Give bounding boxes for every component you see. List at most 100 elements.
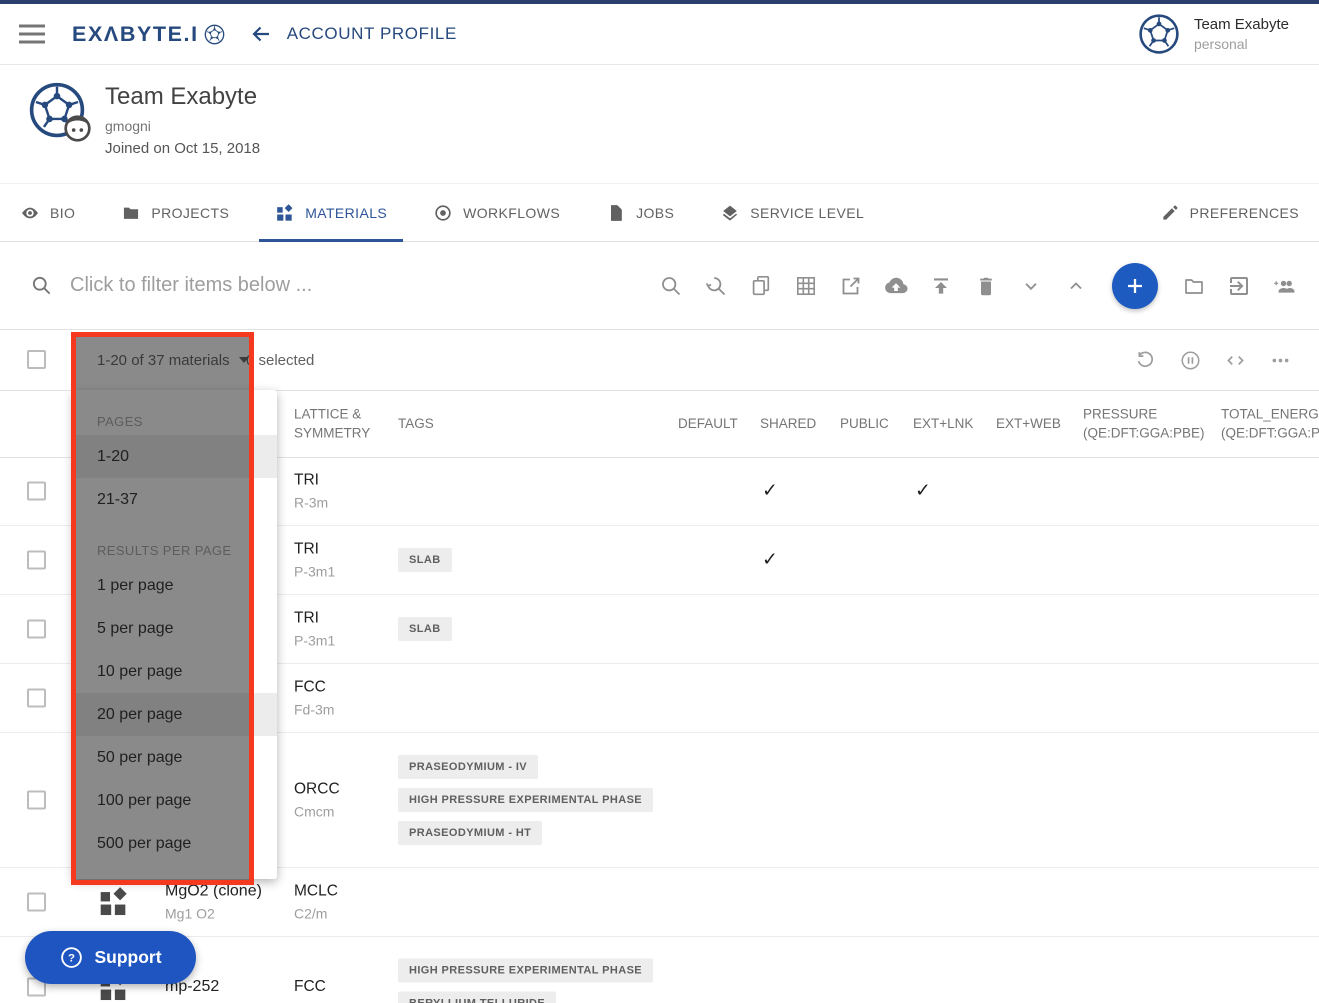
account-menu[interactable]: Team Exabyte personal xyxy=(1138,13,1301,55)
column-header-shared[interactable]: SHARED xyxy=(760,414,816,434)
lattice-cell: FCC xyxy=(294,978,326,996)
material-name-cell: MgO2 (clone)Mg1 O2 xyxy=(165,883,262,922)
profile-header: Team Exabyte gmogni Joined on Oct 15, 20… xyxy=(28,65,260,157)
column-header-extweb[interactable]: EXT+WEB xyxy=(996,414,1061,434)
column-header-default[interactable]: DEFAULT xyxy=(678,414,738,434)
delete-icon[interactable] xyxy=(974,274,998,298)
more-horizontal-icon[interactable] xyxy=(1269,349,1292,372)
lattice-cell: FCC Fd-3m xyxy=(294,679,334,718)
lattice-type: MCLC xyxy=(294,883,338,901)
chevron-up-icon[interactable] xyxy=(1064,274,1088,298)
pause-circle-icon[interactable] xyxy=(1179,349,1202,372)
material-name: MgO2 (clone) xyxy=(165,883,262,901)
searched-for-icon[interactable] xyxy=(704,274,728,298)
folder-icon xyxy=(121,203,141,223)
profile-avatar xyxy=(28,81,86,139)
lattice-type: TRI xyxy=(294,610,335,628)
dropdown-item[interactable]: 20 per page xyxy=(73,693,277,736)
material-icon xyxy=(97,885,131,919)
exabyte-logo[interactable]: EXΛBYTE.I xyxy=(72,22,225,47)
tab-projects[interactable]: PROJECTS xyxy=(105,184,245,241)
lattice-cell: MCLCC2/m xyxy=(294,883,338,922)
tag-chip: SLAB xyxy=(398,617,452,641)
ext-lnk-check-icon: ✓ xyxy=(915,480,931,503)
symmetry-group: Fd-3m xyxy=(294,702,334,718)
dropdown-item[interactable]: 50 per page xyxy=(73,736,277,779)
preferences-button[interactable]: PREFERENCES xyxy=(1161,203,1299,222)
dropdown-item[interactable]: 5 per page xyxy=(73,607,277,650)
dropdown-item[interactable]: 100 per page xyxy=(73,779,277,822)
add-material-button[interactable] xyxy=(1112,263,1158,309)
tab-jobs[interactable]: JOBS xyxy=(590,184,690,241)
column-header-lattice[interactable]: LATTICE & SYMMETRY xyxy=(294,404,378,443)
tag-chip: PRASEODYMIUM - IV xyxy=(398,755,538,779)
lattice-cell: TRIP-3m1 xyxy=(294,541,335,580)
tab-label: JOBS xyxy=(636,205,674,221)
back-arrow-icon[interactable] xyxy=(249,22,273,46)
row-checkbox[interactable] xyxy=(27,689,46,708)
tab-service-level[interactable]: SERVICE LEVEL xyxy=(704,184,880,241)
copy-icon[interactable] xyxy=(749,274,773,298)
dropdown-item[interactable]: 1-20 xyxy=(73,435,277,478)
filter-toolbar: Click to filter items below ... xyxy=(0,242,1319,330)
row-checkbox[interactable] xyxy=(27,482,46,501)
materials-toolbar-icons xyxy=(659,263,1296,309)
table-row[interactable]: mp-252FCCHIGH PRESSURE EXPERIMENTAL PHAS… xyxy=(0,937,1319,1003)
chevron-down-icon[interactable] xyxy=(1019,274,1043,298)
tags-cell: HIGH PRESSURE EXPERIMENTAL PHASEBERYLLIU… xyxy=(398,959,653,1003)
tags-cell: PRASEODYMIUM - IVHIGH PRESSURE EXPERIMEN… xyxy=(398,755,653,845)
column-header-pressure[interactable]: PRESSURE(QE:DFT:GGA:PBE) xyxy=(1083,404,1211,443)
account-name: Team Exabyte xyxy=(1194,16,1289,33)
dropdown-item[interactable]: 1 per page xyxy=(73,564,277,607)
column-header-public[interactable]: PUBLIC xyxy=(840,414,889,434)
tab-workflows[interactable]: WORKFLOWS xyxy=(417,184,576,241)
lattice-cell: TRI P-3m1 xyxy=(294,610,335,649)
symmetry-group: P-3m1 xyxy=(294,564,335,580)
support-button[interactable]: ? Support xyxy=(25,931,196,984)
publish-upload-icon[interactable] xyxy=(929,274,953,298)
row-checkbox[interactable] xyxy=(27,791,46,810)
hamburger-menu-icon[interactable] xyxy=(18,23,46,45)
column-header-total-energy[interactable]: TOTAL_ENERGY(QE:DFT:GGA:PBE) xyxy=(1221,404,1319,443)
account-profile-screen: EXΛBYTE.I ACCOUNT PROFILE Team Exabyte p… xyxy=(0,0,1319,1003)
symmetry-group: P-3m1 xyxy=(294,633,335,649)
lattice-type: FCC xyxy=(294,978,326,996)
tab-bio[interactable]: BIO xyxy=(4,184,91,241)
row-checkbox[interactable] xyxy=(27,620,46,639)
dropdown-item[interactable]: 500 per page xyxy=(73,822,277,865)
symmetry-group: R-3m xyxy=(294,495,328,511)
row-checkbox[interactable] xyxy=(27,551,46,570)
tab-materials[interactable]: MATERIALS xyxy=(259,184,403,241)
row-checkbox[interactable] xyxy=(27,893,46,912)
profile-tabs: BIO PROJECTS MATERIALS WORKFLOWS JOBS SE… xyxy=(0,184,1319,242)
selection-bar: 1-20 of 37 materials 0 selected xyxy=(0,330,1319,391)
filter-input[interactable]: Click to filter items below ... xyxy=(70,274,312,297)
tags-cell: SLAB xyxy=(398,548,452,572)
restore-icon[interactable] xyxy=(1134,349,1157,372)
open-in-new-icon[interactable] xyxy=(839,274,863,298)
tab-label: MATERIALS xyxy=(305,205,387,221)
question-icon: ? xyxy=(59,945,84,970)
pagination-dropdown: PAGES1-2021-37RESULTS PER PAGE1 per page… xyxy=(73,390,277,879)
tab-label: BIO xyxy=(50,205,75,221)
grid-icon[interactable] xyxy=(794,274,818,298)
exit-to-app-icon[interactable] xyxy=(1227,274,1251,298)
logo-ball-icon xyxy=(204,24,225,45)
code-icon[interactable] xyxy=(1224,349,1247,372)
tag-chip: BERYLLIUM TELLURIDE xyxy=(398,992,556,1003)
lattice-type: FCC xyxy=(294,679,334,697)
account-type: personal xyxy=(1194,36,1289,52)
search-icon[interactable] xyxy=(659,274,683,298)
group-add-icon[interactable] xyxy=(1272,274,1296,298)
dropdown-item[interactable]: 10 per page xyxy=(73,650,277,693)
folder-icon[interactable] xyxy=(1182,274,1206,298)
dropdown-section-title: PAGES xyxy=(73,400,277,435)
lattice-cell: TRIR-3m xyxy=(294,472,328,511)
dropdown-item[interactable]: 21-37 xyxy=(73,478,277,521)
cloud-upload-icon[interactable] xyxy=(884,274,908,298)
select-all-checkbox[interactable] xyxy=(27,350,46,369)
tab-label: PROJECTS xyxy=(151,205,229,221)
pagination-trigger[interactable]: 1-20 of 37 materials xyxy=(97,330,249,390)
column-header-tags[interactable]: TAGS xyxy=(398,414,434,434)
column-header-extlnk[interactable]: EXT+LNK xyxy=(913,414,973,434)
